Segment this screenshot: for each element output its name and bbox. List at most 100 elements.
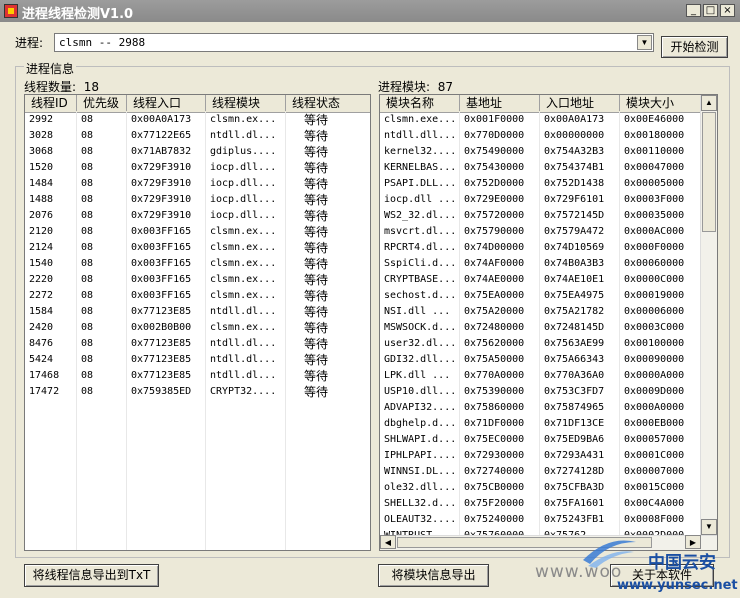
module-cell: clsmn.exe... <box>384 114 457 125</box>
module-row[interactable]: GDI32.dll... 0x75A50000 0x75A66343 0x000900… <box>380 352 702 368</box>
module-row[interactable]: LPK.dll ... 0x770A0000 0x770A36A0 0x0000A00… <box>380 368 702 384</box>
export-threads-button[interactable]: 将线程信息导出到TxT <box>24 564 159 587</box>
thread-cell: 等待 <box>304 385 329 399</box>
thread-row[interactable]: 2420 08 0x002B0B00 clsmn.ex... 等待 <box>25 320 370 336</box>
thread-row[interactable]: 17472 08 0x759385ED CRYPT32.... 等待 <box>25 384 370 400</box>
thread-cell: 0x003FF165 <box>131 258 192 269</box>
module-cell: 0x770A0000 <box>464 370 525 381</box>
module-row[interactable]: iocp.dll ... 0x729E0000 0x729F6101 0x0003F0… <box>380 192 702 208</box>
module-row[interactable]: KERNELBAS... 0x75430000 0x754374B1 0x000470… <box>380 160 702 176</box>
thread-row[interactable]: 8476 08 0x77123E85 ntdll.dl... 等待 <box>25 336 370 352</box>
thread-cell: 08 <box>81 338 94 349</box>
module-row[interactable]: SHELL32.d... 0x75F20000 0x75FA1601 0x00C4A0… <box>380 496 702 512</box>
scroll-down-icon[interactable]: ▼ <box>701 519 717 535</box>
module-row[interactable]: USP10.dll... 0x75390000 0x753C3FD7 0x0009D0… <box>380 384 702 400</box>
thread-row[interactable]: 2120 08 0x003FF165 clsmn.ex... 等待 <box>25 224 370 240</box>
thread-cell: 0x77122E65 <box>131 130 192 141</box>
thread-cell: 0x729F3910 <box>131 162 192 173</box>
module-cell: msvcrt.dl... <box>384 226 457 237</box>
thread-row[interactable]: 2220 08 0x003FF165 clsmn.ex... 等待 <box>25 272 370 288</box>
maximize-button[interactable]: □ <box>703 4 718 17</box>
thread-row[interactable]: 2992 08 0x00A0A173 clsmn.ex... 等待 <box>25 112 370 128</box>
thread-count-value: 18 <box>83 80 99 94</box>
module-cell: 0x75240000 <box>464 514 525 525</box>
thread-row[interactable]: 3028 08 0x77122E65 ntdll.dl... 等待 <box>25 128 370 144</box>
close-button[interactable]: × <box>720 4 735 17</box>
module-row[interactable]: ntdll.dll... 0x770D0000 0x00000000 0x001800… <box>380 128 702 144</box>
module-row[interactable]: RPCRT4.dl... 0x74D00000 0x74D10569 0x000F00… <box>380 240 702 256</box>
thread-row[interactable]: 2076 08 0x729F3910 iocp.dll... 等待 <box>25 208 370 224</box>
scroll-up-icon[interactable]: ▲ <box>701 95 717 111</box>
module-row[interactable]: clsmn.exe... 0x001F0000 0x00A0A173 0x00E460… <box>380 112 702 128</box>
module-row[interactable]: SHLWAPI.d... 0x75EC0000 0x75ED9BA6 0x000570… <box>380 432 702 448</box>
thread-row[interactable]: 2272 08 0x003FF165 clsmn.ex... 等待 <box>25 288 370 304</box>
start-detect-button[interactable]: 开始检测 <box>661 36 728 58</box>
col-module-name[interactable]: 模块名称 <box>380 95 460 111</box>
module-cell: 0x00110000 <box>624 146 685 157</box>
thread-row[interactable]: 5424 08 0x77123E85 ntdll.dl... 等待 <box>25 352 370 368</box>
minimize-button[interactable]: _ <box>686 4 701 17</box>
thread-row[interactable]: 17468 08 0x77123E85 ntdll.dl... 等待 <box>25 368 370 384</box>
scroll-left-icon[interactable]: ◀ <box>380 535 396 549</box>
module-row[interactable]: IPHLPAPI.... 0x72930000 0x7293A431 0x0001C0… <box>380 448 702 464</box>
thread-row[interactable]: 1520 08 0x729F3910 iocp.dll... 等待 <box>25 160 370 176</box>
col-entry-address[interactable]: 入口地址 <box>540 95 620 111</box>
module-row[interactable]: dbghelp.d... 0x71DF0000 0x71DF13CE 0x000EB0… <box>380 416 702 432</box>
col-thread-entry[interactable]: 线程入口 <box>127 95 206 111</box>
scroll-right-icon[interactable]: ▶ <box>685 535 701 549</box>
col-module-size[interactable]: 模块大小 <box>620 95 702 111</box>
col-thread-id[interactable]: 线程ID <box>25 95 77 111</box>
thread-row[interactable]: 1584 08 0x77123E85 ntdll.dl... 等待 <box>25 304 370 320</box>
module-row[interactable]: ole32.dll... 0x75CB0000 0x75CFBA3D 0x0015C0… <box>380 480 702 496</box>
chevron-down-icon[interactable]: ▼ <box>637 35 652 50</box>
thread-count-caption: 线程数量: <box>24 80 77 94</box>
thread-row[interactable]: 2124 08 0x003FF165 clsmn.ex... 等待 <box>25 240 370 256</box>
module-row[interactable]: ADVAPI32.... 0x75860000 0x75874965 0x000A00… <box>380 400 702 416</box>
module-cell: 0x71DF13CE <box>544 418 605 429</box>
process-select-value: clsmn -- 2988 <box>59 36 146 49</box>
thread-cell: 2076 <box>29 210 54 221</box>
col-thread-module[interactable]: 线程模块 <box>206 95 286 111</box>
scroll-thumb[interactable] <box>702 112 716 232</box>
module-cell: 0x7274128D <box>544 466 605 477</box>
thread-cell: ntdll.dl... <box>210 338 277 349</box>
module-cell: 0x75CB0000 <box>464 482 525 493</box>
module-row[interactable]: NSI.dll ... 0x75A20000 0x75A21782 0x0000600… <box>380 304 702 320</box>
module-row[interactable]: OLEAUT32.... 0x75240000 0x75243FB1 0x0008F0… <box>380 512 702 528</box>
module-row[interactable]: sechost.d... 0x75EA0000 0x75EA4975 0x000190… <box>380 288 702 304</box>
module-row[interactable]: WINNSI.DL... 0x72740000 0x7274128D 0x000070… <box>380 464 702 480</box>
module-cell: SHLWAPI.d... <box>384 434 457 445</box>
module-row[interactable]: PSAPI.DLL... 0x752D0000 0x752D1438 0x000050… <box>380 176 702 192</box>
thread-row[interactable]: 1488 08 0x729F3910 iocp.dll... 等待 <box>25 192 370 208</box>
export-modules-button[interactable]: 将模块信息导出 <box>378 564 489 587</box>
module-row[interactable]: user32.dl... 0x75620000 0x7563AE99 0x001000… <box>380 336 702 352</box>
process-select[interactable]: clsmn -- 2988 ▼ <box>54 33 654 52</box>
module-row[interactable]: MSWSOCK.d... 0x72480000 0x7248145D 0x0003C0… <box>380 320 702 336</box>
module-vertical-scrollbar[interactable]: ▲ ▼ <box>700 95 717 536</box>
col-base-address[interactable]: 基地址 <box>460 95 540 111</box>
module-cell: ntdll.dll... <box>384 130 457 141</box>
module-row[interactable]: msvcrt.dl... 0x75790000 0x7579A472 0x000AC0… <box>380 224 702 240</box>
module-cell: 0x00000000 <box>544 130 605 141</box>
thread-cell: iocp.dll... <box>210 194 277 205</box>
module-cell: iocp.dll ... <box>384 194 457 205</box>
module-cell: 0x00035000 <box>624 210 685 221</box>
thread-cell: 0x77123E85 <box>131 338 192 349</box>
module-row[interactable]: CRYPTBASE... 0x74AE0000 0x74AE10E1 0x0000C0… <box>380 272 702 288</box>
module-cell: 0x00060000 <box>624 258 685 269</box>
title-bar[interactable]: 进程线程检测V1.0 _ □ × <box>0 0 740 22</box>
main-window: 进程线程检测V1.0 _ □ × 进程: clsmn -- 2988 ▼ 开始检… <box>0 0 740 598</box>
col-thread-state[interactable]: 线程状态 <box>286 95 370 111</box>
module-row[interactable]: kernel32.... 0x75490000 0x754A32B3 0x001100… <box>380 144 702 160</box>
module-cell: RPCRT4.dl... <box>384 242 457 253</box>
thread-row[interactable]: 3068 08 0x71AB7832 gdiplus.... 等待 <box>25 144 370 160</box>
col-priority[interactable]: 优先级 <box>77 95 127 111</box>
thread-row[interactable]: 1540 08 0x003FF165 clsmn.ex... 等待 <box>25 256 370 272</box>
module-row[interactable]: SspiCli.d... 0x74AF0000 0x74B0A3B3 0x000600… <box>380 256 702 272</box>
module-row[interactable]: WS2_32.dl... 0x75720000 0x7572145D 0x000350… <box>380 208 702 224</box>
thread-cell: 0x003FF165 <box>131 274 192 285</box>
thread-list[interactable]: 线程ID 优先级 线程入口 线程模块 线程状态 2992 08 0x00A0A173… <box>24 94 371 551</box>
module-list[interactable]: 模块名称 基地址 入口地址 模块大小 clsmn.exe... 0x001F000… <box>379 94 718 551</box>
thread-row[interactable]: 1484 08 0x729F3910 iocp.dll... 等待 <box>25 176 370 192</box>
thread-cell: 2124 <box>29 242 54 253</box>
